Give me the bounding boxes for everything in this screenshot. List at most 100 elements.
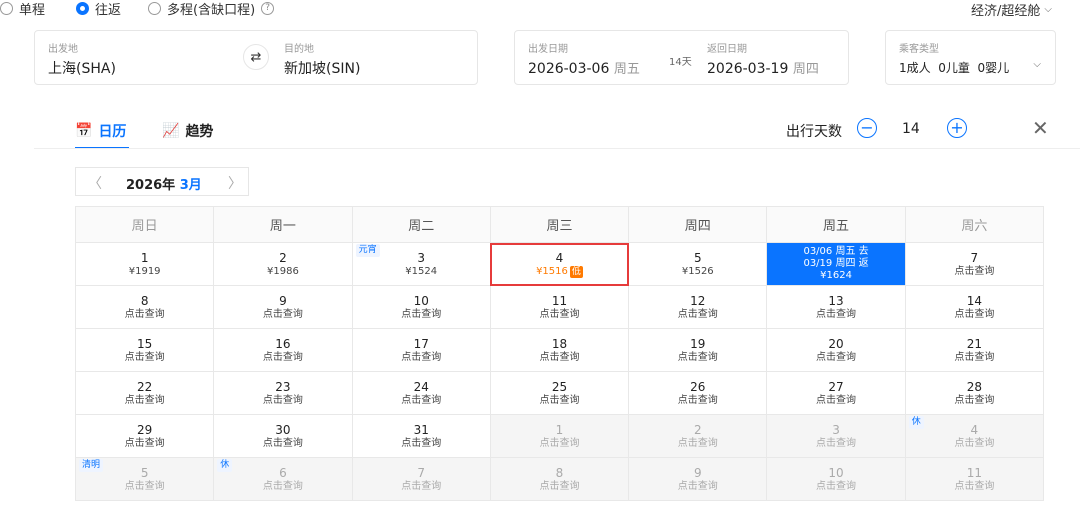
holiday-badge: 休: [908, 416, 924, 429]
calendar-day-cell[interactable]: 31 点击查询: [351, 414, 491, 458]
day-price: 点击查询: [76, 394, 213, 407]
calendar-day-cell[interactable]: 27 点击查询: [766, 371, 906, 415]
trip-days-tag: 14天: [669, 57, 692, 68]
calendar-day-cell[interactable]: 03/06 周五 去 03/19 周四 返 ¥1624: [766, 242, 906, 286]
calendar-day-cell[interactable]: 2 ¥1986: [213, 242, 353, 286]
calendar-day-cell[interactable]: 25 点击查询: [489, 371, 630, 415]
day-price: 点击查询: [906, 394, 1043, 407]
day-number: 31: [413, 422, 429, 437]
day-number: 23: [275, 379, 291, 394]
price-text: 点击查询: [954, 437, 995, 449]
calendar-day-cell[interactable]: 12 点击查询: [628, 285, 768, 329]
price-text: 点击查询: [677, 437, 718, 449]
holiday-badge: 休: [217, 459, 233, 472]
calendar-day-cell[interactable]: 3 点击查询: [766, 414, 906, 458]
price-text: 点击查询: [124, 394, 165, 406]
calendar-day-cell[interactable]: 14 点击查询: [904, 285, 1045, 329]
calendar-week-row: 清明 5 点击查询休 6 点击查询 7 点击查询 8 点击查询 9 点击查询 10 点击查询 11 点击查询: [74, 457, 1045, 501]
cabin-select[interactable]: 经济/超经舱 ⌵: [971, 0, 1052, 19]
calendar-day-cell[interactable]: 23 点击查询: [213, 371, 353, 415]
calendar-day-cell[interactable]: 8 点击查询: [74, 285, 215, 329]
day-price: 点击查询: [214, 394, 351, 407]
round-trip-radio[interactable]: 往返: [76, 0, 122, 18]
weekday-header: 周二: [351, 206, 491, 243]
day-price: 点击查询: [214, 351, 351, 364]
return-weekday: 周四: [792, 62, 819, 77]
next-month-icon[interactable]: 〉: [228, 173, 242, 193]
day-price: 点击查询: [353, 308, 490, 321]
to-input[interactable]: 新加坡(SIN): [284, 58, 360, 78]
radio-icon: [148, 1, 161, 15]
calendar-day-cell[interactable]: 10 点击查询: [766, 457, 906, 501]
calendar-day-cell[interactable]: 8 点击查询: [489, 457, 630, 501]
return-date-input[interactable]: 2026-03-19 周四: [707, 58, 819, 77]
calendar-day-cell[interactable]: 29 点击查询: [74, 414, 215, 458]
swap-icon[interactable]: ⇄: [243, 44, 269, 70]
depart-date-input[interactable]: 2026-03-06 周五: [528, 58, 640, 77]
one-way-radio[interactable]: 单程: [0, 0, 45, 18]
increase-days-button[interactable]: +: [947, 118, 967, 138]
day-price: 点击查询: [214, 308, 351, 321]
day-price: ¥1524: [353, 265, 490, 278]
calendar-day-cell[interactable]: 元宵 3 ¥1524: [351, 242, 491, 286]
calendar-day-cell[interactable]: 11 点击查询: [904, 457, 1045, 501]
calendar-day-cell[interactable]: 10 点击查询: [351, 285, 491, 329]
from-label: 出发地: [48, 44, 78, 55]
day-price: 点击查询: [906, 480, 1043, 493]
calendar-day-cell[interactable]: 26 点击查询: [628, 371, 768, 415]
calendar-day-cell[interactable]: 24 点击查询: [351, 371, 491, 415]
calendar-day-cell[interactable]: 7 点击查询: [351, 457, 491, 501]
calendar-day-cell[interactable]: 15 点击查询: [74, 328, 215, 372]
calendar-day-cell[interactable]: 休 6 点击查询: [213, 457, 353, 501]
price-text: 点击查询: [124, 480, 165, 492]
calendar-day-cell[interactable]: 1 ¥1919: [74, 242, 215, 286]
tab-calendar[interactable]: 📅 日历: [75, 121, 126, 141]
prev-month-icon[interactable]: 〈: [88, 173, 102, 193]
calendar-day-cell[interactable]: 22 点击查询: [74, 371, 215, 415]
return-label: 返回日期: [707, 44, 747, 55]
depart-label: 出发日期: [528, 44, 568, 55]
calendar-day-cell[interactable]: 2 点击查询: [628, 414, 768, 458]
close-icon[interactable]: ✕: [1032, 116, 1049, 140]
day-price: 点击查询: [76, 437, 213, 450]
tab-divider: [34, 148, 1080, 149]
tab-trend-label: 趋势: [185, 124, 214, 140]
calendar-day-cell[interactable]: 休 4 点击查询: [904, 414, 1045, 458]
calendar-day-cell[interactable]: 11 点击查询: [489, 285, 630, 329]
price-text: 点击查询: [262, 394, 303, 406]
calendar-day-cell[interactable]: 19 点击查询: [628, 328, 768, 372]
day-number: 11: [966, 465, 982, 480]
day-price: 点击查询: [76, 308, 213, 321]
calendar-day-cell[interactable]: 清明 5 点击查询: [74, 457, 215, 501]
calendar-day-cell[interactable]: 9 点击查询: [628, 457, 768, 501]
calendar-day-cell[interactable]: 4 ¥1516 低: [489, 242, 630, 286]
price-text: 点击查询: [401, 351, 442, 363]
calendar-day-cell[interactable]: 28 点击查询: [904, 371, 1045, 415]
multi-city-radio[interactable]: 多程(含缺口程) ?: [148, 0, 275, 18]
calendar-day-cell[interactable]: 21 点击查询: [904, 328, 1045, 372]
price-text: 点击查询: [677, 308, 718, 320]
help-icon[interactable]: ?: [261, 1, 275, 15]
holiday-badge: 元宵: [355, 244, 380, 257]
price-text: 点击查询: [677, 394, 718, 406]
round-trip-label: 往返: [95, 2, 122, 18]
tab-trend[interactable]: 📈 趋势: [162, 121, 213, 141]
day-price: ¥1516 低: [491, 265, 628, 278]
calendar-day-cell[interactable]: 16 点击查询: [213, 328, 353, 372]
calendar-day-cell[interactable]: 1 点击查询: [489, 414, 630, 458]
calendar-day-cell[interactable]: 13 点击查询: [766, 285, 906, 329]
calendar-day-cell[interactable]: 5 ¥1526: [628, 242, 768, 286]
calendar-day-cell[interactable]: 30 点击查询: [213, 414, 353, 458]
calendar-week-row: 1 ¥1919 2 ¥1986 元宵 3 ¥1524 4 ¥1516 低 5 ¥1526 03/06 周…: [74, 242, 1045, 286]
depart-date: 2026-03-06: [528, 61, 610, 77]
decrease-days-button[interactable]: −: [857, 118, 877, 138]
calendar-day-cell[interactable]: 18 点击查询: [489, 328, 630, 372]
passenger-box[interactable]: 乘客类型 1成人 0儿童 0婴儿 ⌵: [885, 30, 1056, 85]
day-number: 27: [828, 379, 844, 394]
from-input[interactable]: 上海(SHA): [48, 58, 116, 78]
calendar-day-cell[interactable]: 7 点击查询: [904, 242, 1045, 286]
price-text: 点击查询: [954, 351, 995, 363]
calendar-day-cell[interactable]: 17 点击查询: [351, 328, 491, 372]
calendar-day-cell[interactable]: 9 点击查询: [213, 285, 353, 329]
calendar-day-cell[interactable]: 20 点击查询: [766, 328, 906, 372]
